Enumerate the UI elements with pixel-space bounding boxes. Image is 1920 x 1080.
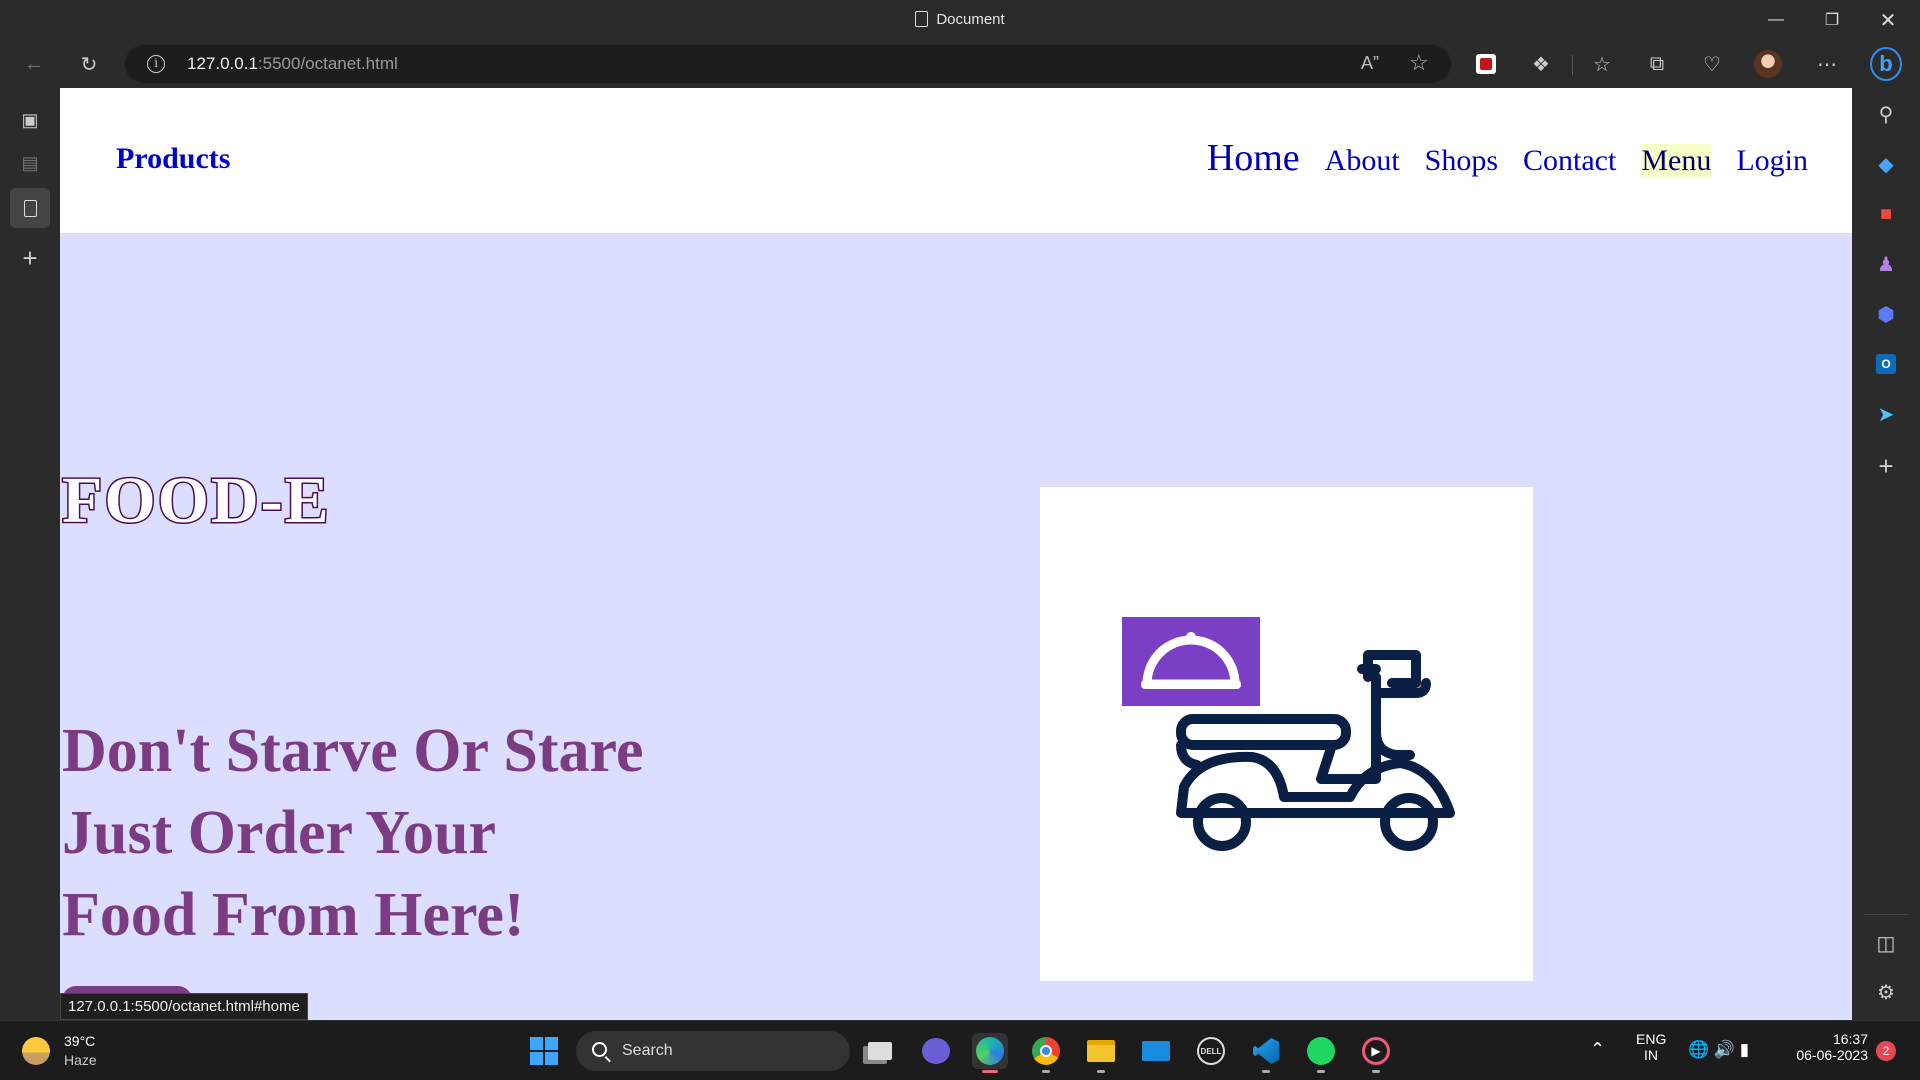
- document-icon: [23, 199, 37, 217]
- hide-sidebar-icon[interactable]: ◫: [1866, 923, 1906, 963]
- search-icon: [592, 1042, 607, 1057]
- site-navbar: Products Home About Shops Contact Menu L…: [60, 88, 1852, 233]
- settings-gear-icon[interactable]: ⚙: [1866, 972, 1906, 1012]
- start-button[interactable]: [526, 1033, 562, 1069]
- spotify-icon[interactable]: [1303, 1033, 1339, 1073]
- page-viewport: Products Home About Shops Contact Menu L…: [60, 88, 1852, 1020]
- toolbar-divider: [1572, 55, 1573, 75]
- new-tab-button[interactable]: +: [10, 238, 50, 278]
- nav-links: Home About Shops Contact Menu Login: [1182, 136, 1808, 180]
- weather-condition: Haze: [64, 1052, 97, 1068]
- site-info-icon[interactable]: i: [147, 55, 165, 73]
- tab-document-active[interactable]: [10, 188, 50, 228]
- hero-title: FOOD-E: [61, 463, 331, 539]
- document-icon: [915, 11, 929, 27]
- refresh-button[interactable]: ↻: [73, 48, 105, 80]
- read-aloud-icon[interactable]: A”: [1361, 53, 1379, 74]
- copilot-icon[interactable]: ⬢: [1866, 294, 1906, 334]
- teams-chat-icon[interactable]: [918, 1033, 954, 1069]
- window-title: Document: [936, 11, 1005, 28]
- task-view-icon[interactable]: [862, 1033, 898, 1069]
- tab-actions-icon[interactable]: ▣: [10, 100, 50, 140]
- link-status-tooltip: 127.0.0.1:5500/octanet.html#home: [60, 993, 308, 1020]
- tab-inactive-icon[interactable]: ▤: [10, 143, 50, 183]
- send-icon[interactable]: ➤: [1866, 394, 1906, 434]
- browser-toolbar: ← ↻ i 127.0.0.1:5500/octanet.html A” ☆ ❖…: [0, 40, 1920, 88]
- restore-button[interactable]: ❐: [1804, 0, 1860, 40]
- notification-badge[interactable]: 2: [1876, 1041, 1896, 1061]
- favorite-star-icon[interactable]: ☆: [1409, 50, 1429, 76]
- windows-taskbar: 39°C Haze Search DELL ▶ ⌃ ENG IN 🌐 🔊 ▮ 1…: [0, 1020, 1920, 1080]
- tagline-line: Don't Starve Or Stare: [62, 717, 644, 785]
- search-label: Search: [622, 1042, 673, 1059]
- title-bar: Document — ❐ ✕: [0, 0, 1920, 40]
- dell-icon[interactable]: DELL: [1193, 1033, 1229, 1069]
- edge-browser-icon[interactable]: [972, 1033, 1008, 1073]
- extensions-icon[interactable]: ❖: [1525, 48, 1557, 80]
- nav-contact[interactable]: Contact: [1523, 144, 1616, 178]
- show-hidden-icons-chevron-icon[interactable]: ⌃: [1590, 1039, 1605, 1080]
- mcafee-extension-icon[interactable]: [1470, 48, 1502, 80]
- search-icon[interactable]: ⚲: [1866, 94, 1906, 134]
- more-options-icon[interactable]: ⋯: [1811, 48, 1843, 80]
- vertical-tab-strip: ▣ ▤ +: [0, 88, 60, 1020]
- language-indicator[interactable]: ENG IN: [1636, 1021, 1666, 1080]
- hero-tagline: Don't Starve Or Stare Just Order Your Fo…: [62, 710, 762, 956]
- right-sidebar: ⚲ ◆ ■ ♟ ⬢ O ➤ + ◫ ⚙: [1852, 88, 1920, 1020]
- media-player-icon[interactable]: ▶: [1358, 1033, 1394, 1073]
- url-text[interactable]: 127.0.0.1:5500/octanet.html: [187, 54, 398, 74]
- clock[interactable]: 16:37 06-06-2023: [1786, 1021, 1868, 1080]
- delivery-scooter-image: [1040, 487, 1533, 981]
- brand-logo[interactable]: Products: [116, 142, 230, 176]
- tagline-line: Just Order Your: [62, 799, 496, 867]
- vscode-icon[interactable]: [1248, 1033, 1284, 1073]
- scooter-icon: [1122, 617, 1455, 851]
- favorites-icon[interactable]: ☆: [1586, 48, 1618, 80]
- minimize-button[interactable]: —: [1748, 0, 1804, 40]
- bing-copilot-icon[interactable]: b: [1870, 47, 1902, 81]
- browser-essentials-icon[interactable]: ♡: [1696, 48, 1728, 80]
- nav-menu[interactable]: Menu: [1641, 144, 1712, 178]
- games-icon[interactable]: ♟: [1866, 244, 1906, 284]
- chrome-icon[interactable]: [1028, 1033, 1064, 1073]
- close-button[interactable]: ✕: [1860, 0, 1916, 40]
- nav-home[interactable]: Home: [1207, 136, 1300, 180]
- outlook-icon[interactable]: O: [1866, 344, 1906, 384]
- network-volume-battery-icons[interactable]: 🌐 🔊 ▮: [1688, 1040, 1749, 1080]
- haze-weather-icon: [22, 1037, 50, 1065]
- weather-temperature: 39°C: [64, 1033, 96, 1049]
- nav-shops[interactable]: Shops: [1425, 144, 1498, 178]
- tagline-line: Food From Here!: [62, 881, 525, 949]
- back-button[interactable]: ←: [18, 48, 50, 80]
- collections-icon[interactable]: ⧉: [1641, 48, 1673, 80]
- shopping-tag-icon[interactable]: ◆: [1866, 144, 1906, 184]
- nav-about[interactable]: About: [1325, 144, 1400, 178]
- mail-icon[interactable]: [1138, 1033, 1174, 1069]
- profile-avatar[interactable]: [1752, 48, 1784, 80]
- address-bar[interactable]: i 127.0.0.1:5500/octanet.html A” ☆: [125, 45, 1451, 83]
- tools-icon[interactable]: ■: [1866, 194, 1906, 234]
- nav-login[interactable]: Login: [1736, 144, 1808, 178]
- windows-logo-icon: [530, 1037, 558, 1065]
- add-sidebar-app-icon[interactable]: +: [1866, 446, 1906, 486]
- file-explorer-icon[interactable]: [1083, 1033, 1119, 1073]
- sidebar-divider: [1864, 914, 1908, 915]
- taskbar-search[interactable]: Search: [576, 1031, 850, 1071]
